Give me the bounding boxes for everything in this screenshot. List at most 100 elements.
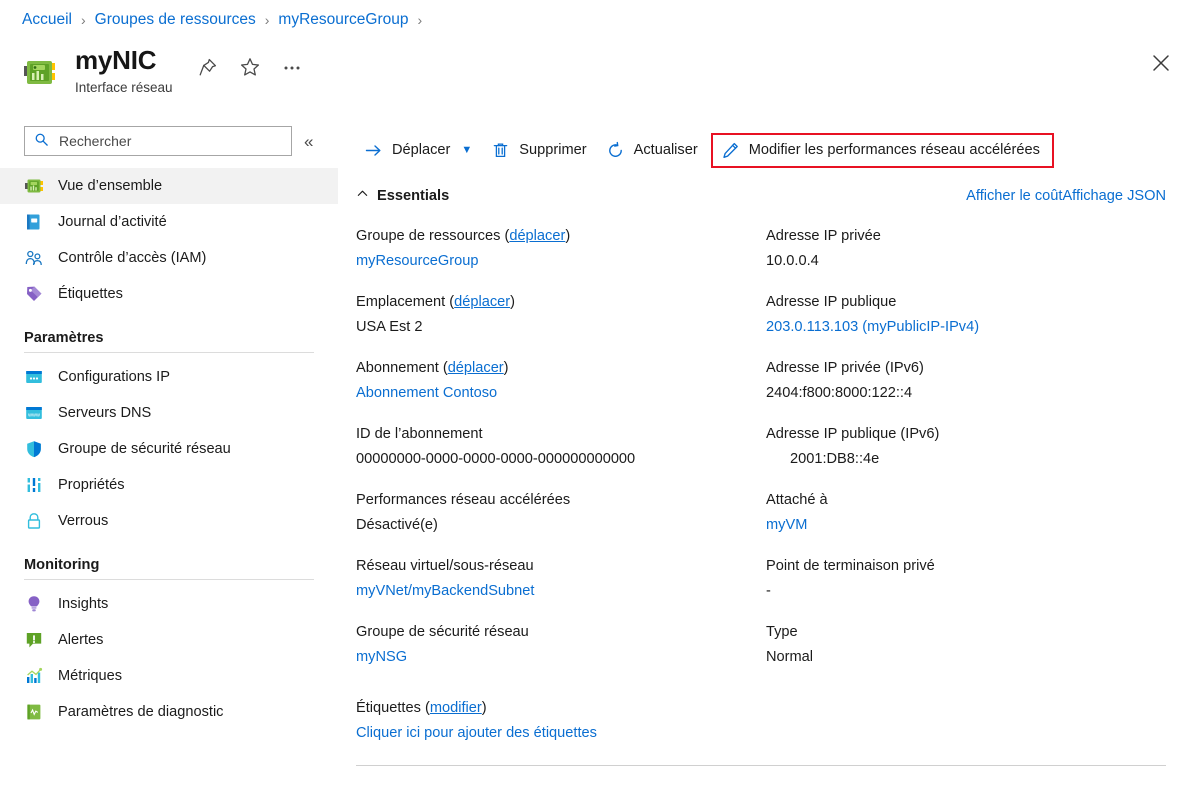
sidebar-item-label: Alertes [58,632,103,648]
search-input[interactable] [57,132,267,150]
sidebar-item-label: Métriques [58,668,122,684]
field-value: USA Est 2 [356,315,766,339]
sidebar-item-network-security-group[interactable]: Groupe de sécurité réseau [0,431,338,467]
edit-accelerated-networking-button[interactable]: Modifier les performances réseau accélér… [711,133,1054,168]
content-divider [356,765,1166,766]
insights-lightbulb-icon [24,594,44,614]
ip-configurations-icon [24,367,44,387]
more-ellipsis-icon[interactable] [281,56,303,78]
sidebar-item-dns-servers[interactable]: www Serveurs DNS [0,395,338,431]
sidebar-item-tags[interactable]: Étiquettes [0,276,338,312]
edit-tags-link[interactable]: modifier [430,700,482,716]
essentials-links: Afficher le coûtAffichage JSON [966,188,1166,204]
field-label-text: Emplacement [356,294,445,310]
essentials-right-column: Adresse IP privée 10.0.0.4 Adresse IP pu… [766,225,1188,745]
field-value[interactable]: myNSG [356,645,766,669]
sidebar-item-label: Vue d’ensemble [58,178,162,194]
sidebar-item-locks[interactable]: Verrous [0,503,338,539]
json-view-link[interactable]: Affichage JSON [1062,188,1166,204]
pencil-edit-icon [721,141,740,160]
resource-overview-content: Déplacer ▼ Supprimer [356,130,1188,766]
resource-menu-sidebar: « Vue d’ensemble [0,122,338,811]
field-value[interactable]: myResourceGroup [356,249,766,273]
field-label: Abonnement (déplacer) [356,357,766,379]
command-toolbar: Déplacer ▼ Supprimer [356,130,1188,170]
sidebar-item-label: Journal d’activité [58,214,167,230]
sidebar-group-divider [24,579,314,580]
breadcrumb-item-2[interactable]: myResourceGroup [278,11,408,29]
sidebar-item-label: Verrous [58,513,108,529]
field-label-text: Étiquettes [356,700,421,716]
arrow-right-icon [364,141,383,160]
field-type: Type Normal [766,621,1188,669]
sidebar-group-title-monitoring: Monitoring [0,557,338,573]
search-box[interactable] [24,126,292,156]
sidebar-item-label: Paramètres de diagnostic [58,704,223,720]
svg-text:www: www [27,413,40,419]
field-value[interactable]: Abonnement Contoso [356,381,766,405]
field-label: Performances réseau accélérées [356,489,766,511]
lock-icon [24,511,44,531]
activity-log-icon [24,212,44,232]
properties-icon [24,475,44,495]
tag-icon [24,284,44,304]
view-cost-link[interactable]: Afficher le coût [966,188,1062,204]
pin-icon[interactable] [197,56,219,78]
network-interface-icon [24,176,44,196]
sidebar-item-alerts[interactable]: Alertes [0,622,338,658]
sidebar-item-activity-log[interactable]: Journal d’activité [0,204,338,240]
field-label: Réseau virtuel/sous-réseau [356,555,766,577]
sidebar-item-label: Étiquettes [58,286,123,302]
field-network-security-group: Groupe de sécurité réseau myNSG [356,621,766,669]
chevron-down-icon[interactable]: ▼ [461,144,472,156]
field-value[interactable]: myVM [766,513,1188,537]
dns-servers-icon: www [24,403,44,423]
refresh-icon [606,141,625,160]
sidebar-item-metrics[interactable]: Métriques [0,658,338,694]
move-button-label: Déplacer [392,142,450,158]
field-value[interactable]: myVNet/myBackendSubnet [356,579,766,603]
field-label: ID de l’abonnement [356,423,766,445]
close-icon[interactable] [1148,50,1174,76]
essentials-grid: Groupe de ressources (déplacer) myResour… [356,225,1188,745]
sidebar-item-ip-configurations[interactable]: Configurations IP [0,359,338,395]
move-subscription-link[interactable]: déplacer [448,360,504,376]
field-label-text: Abonnement [356,360,439,376]
field-value[interactable]: 203.0.113.103 (myPublicIP-IPv4) [766,315,1188,339]
move-resource-group-link[interactable]: déplacer [509,228,565,244]
breadcrumb: Accueil › Groupes de ressources › myReso… [22,11,422,29]
delete-button[interactable]: Supprimer [483,135,597,166]
sidebar-item-insights[interactable]: Insights [0,586,338,622]
sidebar-item-overview[interactable]: Vue d’ensemble [0,168,338,204]
field-label: Groupe de ressources (déplacer) [356,225,766,247]
breadcrumb-item-1[interactable]: Groupes de ressources [95,11,256,29]
field-public-ip-address-ipv6: Adresse IP publique (IPv6) 2001:DB8::4e [766,423,1188,471]
collapse-double-chevron-left-icon[interactable]: « [304,133,313,150]
sidebar-search-row: « [0,122,338,156]
field-label: Adresse IP publique (IPv6) [766,423,1188,445]
essentials-header: Essentials Afficher le coûtAffichage JSO… [356,187,1188,205]
field-label: Adresse IP privée (IPv6) [766,357,1188,379]
add-tags-link[interactable]: Cliquer ici pour ajouter des étiquettes [356,721,766,745]
sidebar-item-label: Propriétés [58,477,125,493]
refresh-button[interactable]: Actualiser [598,135,709,166]
sidebar-item-label: Contrôle d’accès (IAM) [58,250,206,266]
sidebar-item-label: Configurations IP [58,369,170,385]
move-location-link[interactable]: déplacer [454,294,510,310]
field-label: Adresse IP privée [766,225,1188,247]
delete-button-label: Supprimer [519,142,586,158]
favorite-star-icon[interactable] [239,56,261,78]
sidebar-item-label: Groupe de sécurité réseau [58,441,231,457]
sidebar-item-properties[interactable]: Propriétés [0,467,338,503]
field-label: Groupe de sécurité réseau [356,621,766,643]
essentials-toggle[interactable]: Essentials [356,187,449,205]
sidebar-item-access-control[interactable]: Contrôle d’accès (IAM) [0,240,338,276]
breadcrumb-separator: › [418,12,423,28]
sidebar-item-diagnostic-settings[interactable]: Paramètres de diagnostic [0,694,338,730]
field-subscription: Abonnement (déplacer) Abonnement Contoso [356,357,766,405]
breadcrumb-item-0[interactable]: Accueil [22,11,72,29]
essentials-title: Essentials [377,188,449,204]
move-button[interactable]: Déplacer ▼ [356,135,483,166]
page-title-row: myNIC Interface réseau [20,44,303,95]
field-virtual-network-subnet: Réseau virtuel/sous-réseau myVNet/myBack… [356,555,766,603]
